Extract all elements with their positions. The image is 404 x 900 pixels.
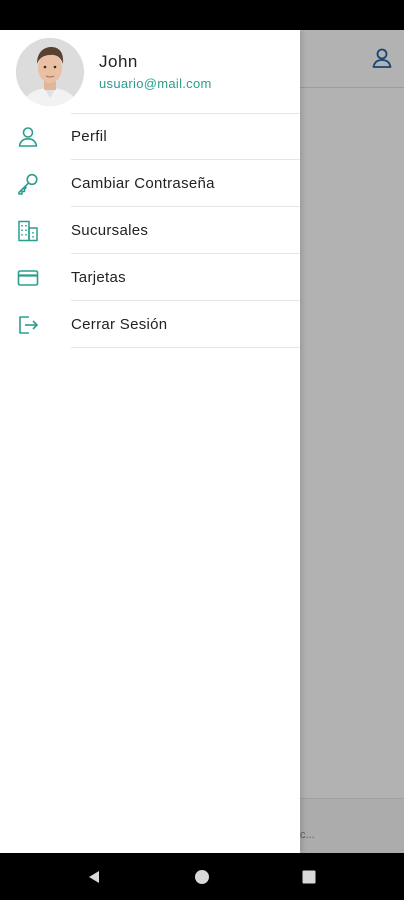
home-icon[interactable] xyxy=(172,853,232,900)
status-bar xyxy=(0,0,404,30)
menu-item-perfil[interactable]: Perfil xyxy=(0,113,300,160)
menu-item-label: Tarjetas xyxy=(71,269,126,286)
menu-item-label: Perfil xyxy=(71,128,107,145)
menu-item-sucursales[interactable]: Sucursales xyxy=(0,207,300,254)
menu-item-cambiar-contrasena[interactable]: Cambiar Contraseña xyxy=(0,160,300,207)
back-icon[interactable] xyxy=(64,853,124,900)
avatar[interactable] xyxy=(16,38,84,106)
logout-icon xyxy=(16,313,40,337)
user-name: John xyxy=(99,52,138,71)
key-icon xyxy=(16,172,40,196)
screen: c... John usuario@mail.com Perfil Cambia… xyxy=(0,0,404,900)
system-nav-bar xyxy=(0,853,404,900)
user-email: usuario@mail.com xyxy=(99,76,212,91)
navigation-drawer: John usuario@mail.com Perfil Cambiar Con… xyxy=(0,30,300,853)
divider xyxy=(71,113,300,114)
drawer-header: John usuario@mail.com xyxy=(0,30,300,113)
menu-item-label: Sucursales xyxy=(71,222,149,239)
person-icon xyxy=(16,125,40,149)
building-icon xyxy=(16,219,40,243)
divider xyxy=(71,347,300,348)
menu-item-tarjetas[interactable]: Tarjetas xyxy=(0,254,300,301)
menu-item-label: Cambiar Contraseña xyxy=(71,175,215,192)
recents-icon[interactable] xyxy=(279,853,339,900)
card-icon xyxy=(16,266,40,290)
drawer-menu: Perfil Cambiar Contraseña Sucursales Tar… xyxy=(0,113,300,348)
menu-item-label: Cerrar Sesión xyxy=(71,316,168,333)
menu-item-cerrar-sesion[interactable]: Cerrar Sesión xyxy=(0,301,300,348)
